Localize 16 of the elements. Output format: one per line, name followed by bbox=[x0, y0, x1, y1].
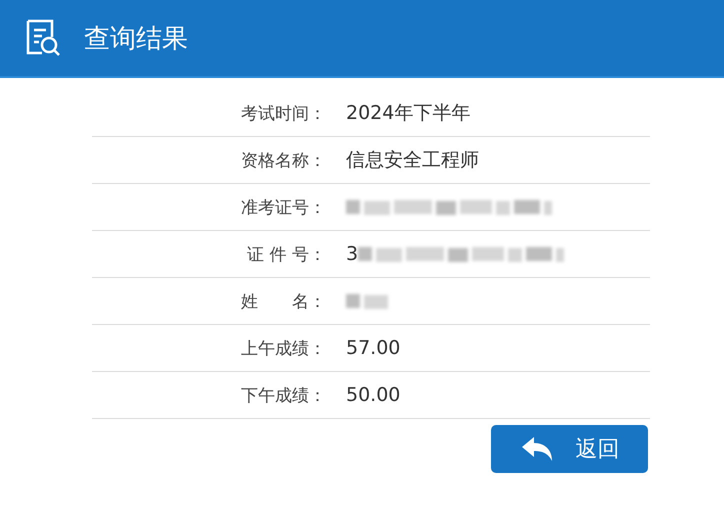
field-label: 考试时间： bbox=[240, 102, 326, 124]
field-value: 57.00 bbox=[346, 337, 400, 359]
field-label: 姓 名： bbox=[240, 290, 326, 312]
field-label: 准考证号： bbox=[240, 196, 326, 218]
field-label: 资格名称： bbox=[240, 150, 326, 172]
field-value: 信息安全工程师 bbox=[346, 148, 479, 173]
field-label: 证 件 号： bbox=[246, 244, 326, 266]
field-value: 2024年下半年 bbox=[346, 101, 470, 126]
search-document-icon bbox=[24, 19, 62, 57]
field-value: 3 bbox=[346, 243, 358, 265]
field-label: 下午成绩： bbox=[240, 384, 326, 406]
back-arrow-icon bbox=[520, 435, 554, 463]
back-button[interactable]: 返回 bbox=[491, 425, 648, 473]
page-title: 查询结果 bbox=[84, 22, 188, 56]
field-value: 50.00 bbox=[346, 384, 400, 406]
field-label: 上午成绩： bbox=[240, 338, 326, 360]
